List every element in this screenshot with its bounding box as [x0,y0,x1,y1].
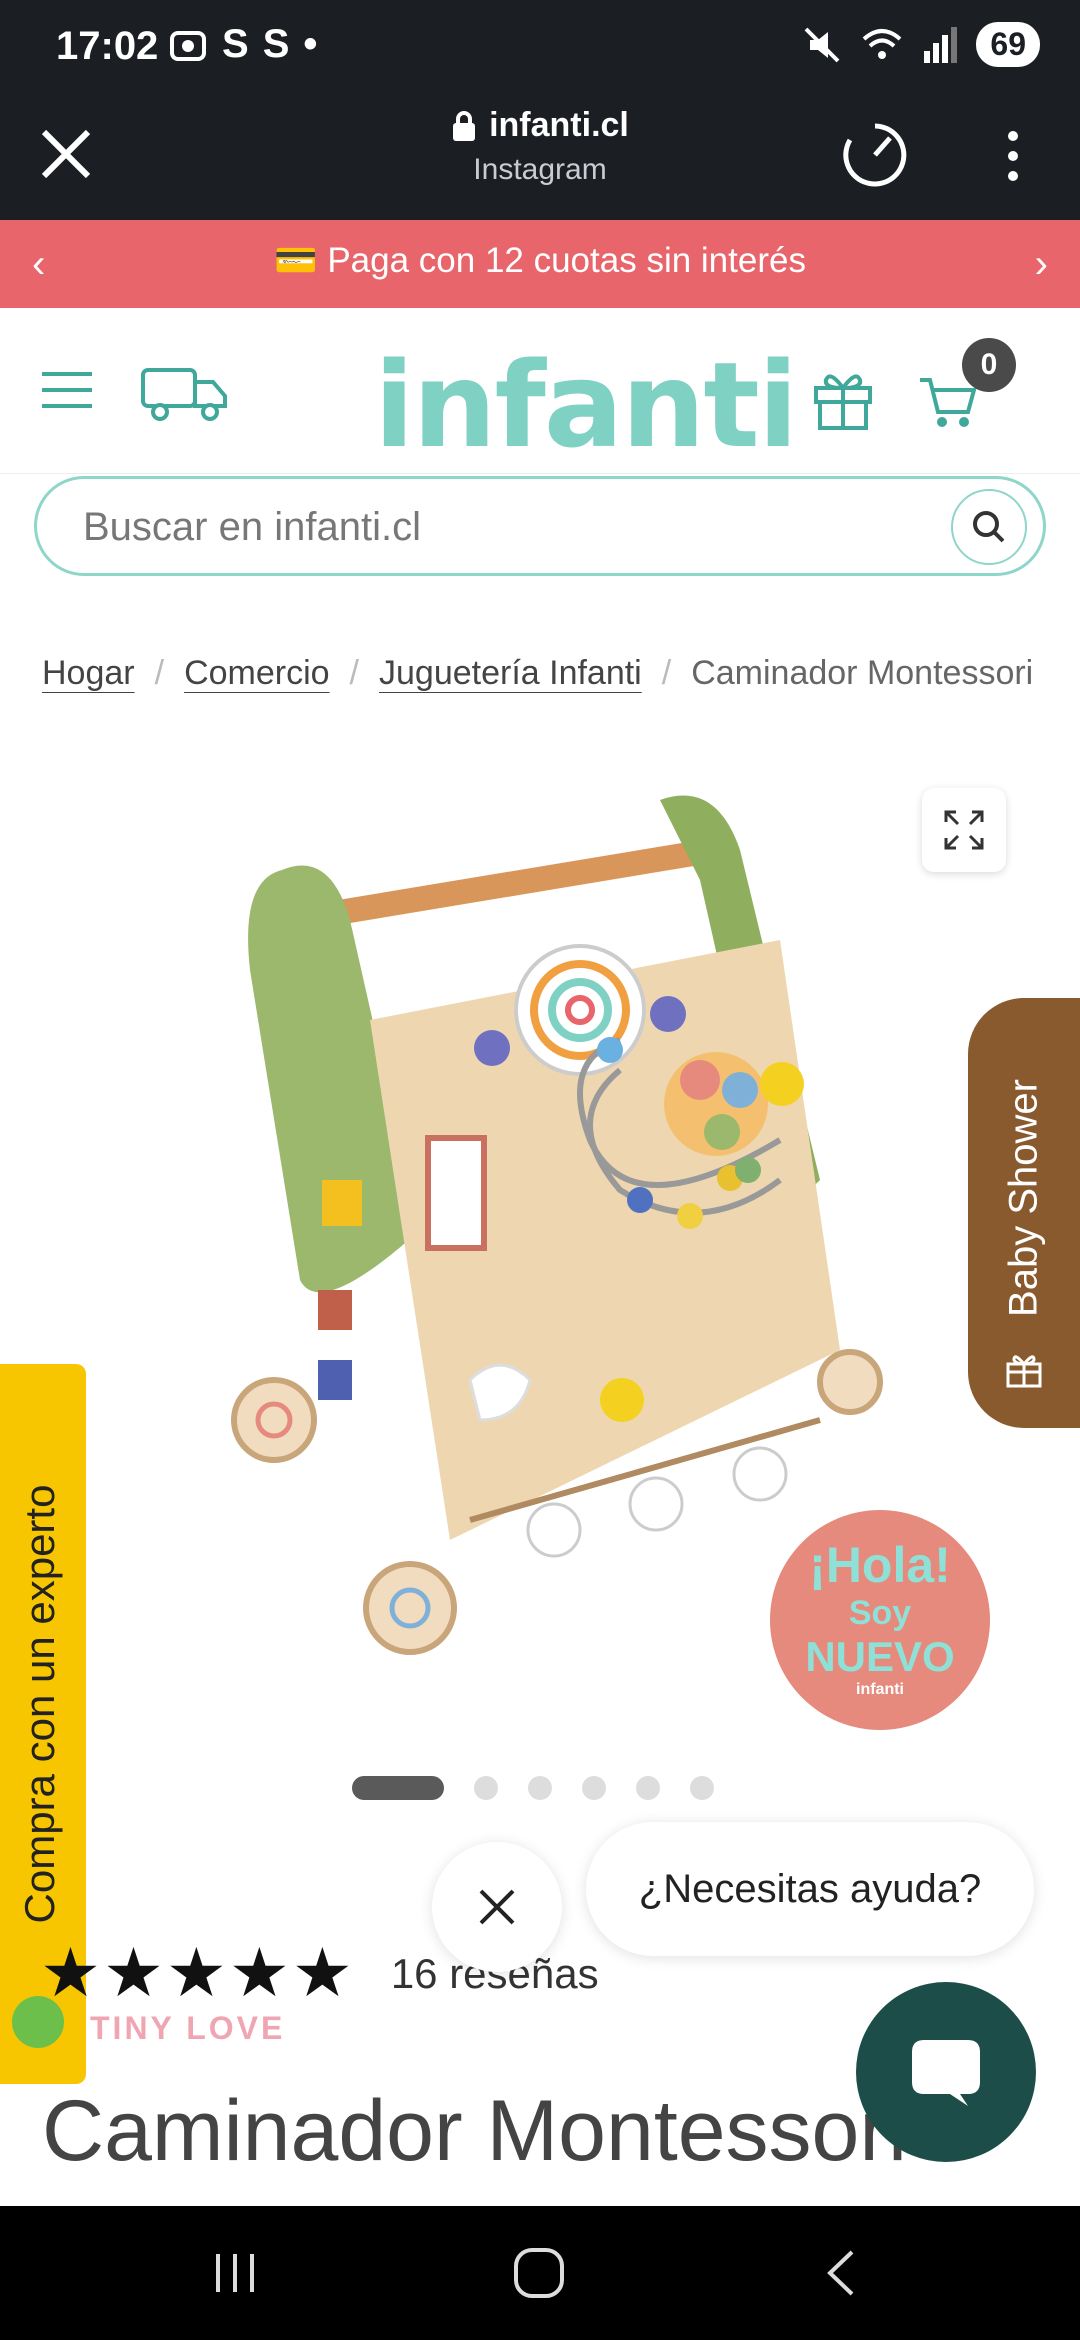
battery-indicator: 69 [976,22,1040,67]
infanti-logo[interactable]: infanti [374,336,798,474]
promo-text: 💳 Paga con 12 cuotas sin interés [274,241,806,280]
breadcrumb-link-comercio[interactable]: Comercio [184,654,329,692]
in-app-browser-bar: infanti.cl Instagram [0,86,1080,220]
breadcrumb-separator: / [661,654,672,692]
chat-icon [912,2040,980,2106]
promo-next-button[interactable]: › [1035,242,1048,287]
carousel-dot[interactable] [474,1776,498,1800]
status-time: 17:02 [56,24,159,68]
signal-icon [924,26,958,63]
recent-apps-icon[interactable] [210,2250,260,2296]
badge-line-2: Soy [848,1594,912,1632]
cart-count-badge: 0 [962,338,1016,392]
chat-launcher-button[interactable] [856,1982,1036,2162]
s-app-icon-2: S [262,22,290,66]
gift-icon [1006,1355,1042,1388]
badge-brand: infanti [856,1681,904,1698]
carousel-dot[interactable] [528,1776,552,1800]
breadcrumb-separator: / [154,654,165,692]
search-input[interactable] [83,499,923,555]
search-bar [34,476,1046,576]
status-notification-icons: S S • [168,22,317,67]
chat-dismiss-button[interactable] [432,1842,562,1972]
product-title: Caminador Montessori [42,2083,908,2179]
carousel-dot[interactable] [582,1776,606,1800]
close-icon [479,1889,515,1925]
product-brand[interactable]: TINY LOVE [90,2010,285,2047]
home-icon[interactable] [512,2246,566,2300]
fullscreen-button[interactable] [922,788,1006,872]
carousel-pagination [352,1776,714,1800]
badge-line-3: NUEVO [805,1633,955,1680]
badge-line-1: ¡Hola! [809,1537,951,1593]
close-icon[interactable] [36,124,96,184]
speedometer-icon[interactable] [840,120,910,190]
status-system-icons: 69 [802,22,1040,67]
new-product-badge: ¡Hola! Soy NUEVO infanti [770,1510,990,1730]
status-bar: 17:02 S S • 69 [0,0,1080,86]
wifi-icon [863,28,902,59]
url-domain: infanti.cl [489,106,629,144]
dot-icon: • [303,22,318,66]
gift-icon[interactable] [812,366,874,430]
lock-icon [453,110,476,141]
s-app-icon: S [222,22,249,66]
rating-stars: ★★★★★ [40,1935,355,2011]
search-icon [973,511,1005,543]
promo-banner: ‹ 💳 Paga con 12 cuotas sin interés › [0,220,1080,308]
mute-icon [804,27,840,62]
baby-shower-label: Baby Shower [1001,1079,1046,1317]
baby-shower-tab[interactable]: Baby Shower [968,998,1080,1428]
site-header: infanti 0 [0,308,1080,474]
breadcrumb-separator: / [349,654,359,692]
expert-tab-label: Compra con un experto [16,1484,63,1924]
carousel-dot[interactable] [690,1776,714,1800]
screenshot-icon [170,30,206,61]
chat-prompt-bubble[interactable]: ¿Necesitas ayuda? [586,1822,1034,1956]
carousel-dot[interactable] [636,1776,660,1800]
delivery-truck-icon[interactable] [140,366,230,422]
breadcrumb-link-jugueteria[interactable]: Juguetería Infanti [379,654,642,692]
url-display[interactable]: infanti.cl Instagram [300,106,780,187]
hamburger-menu-icon[interactable] [40,370,94,410]
search-button[interactable] [951,489,1027,565]
url-source: Instagram [473,153,607,186]
breadcrumb-current: Caminador Montessori [691,654,1034,692]
system-navigation-bar [0,2206,1080,2340]
breadcrumb: Hogar / Comercio / Juguetería Infanti / Camina… [42,654,1080,693]
expand-icon [944,810,984,850]
breadcrumb-link-hogar[interactable]: Hogar [42,654,135,692]
more-options-icon[interactable] [996,126,1030,186]
carousel-dot-active[interactable] [352,1776,444,1800]
back-icon[interactable] [820,2248,860,2298]
